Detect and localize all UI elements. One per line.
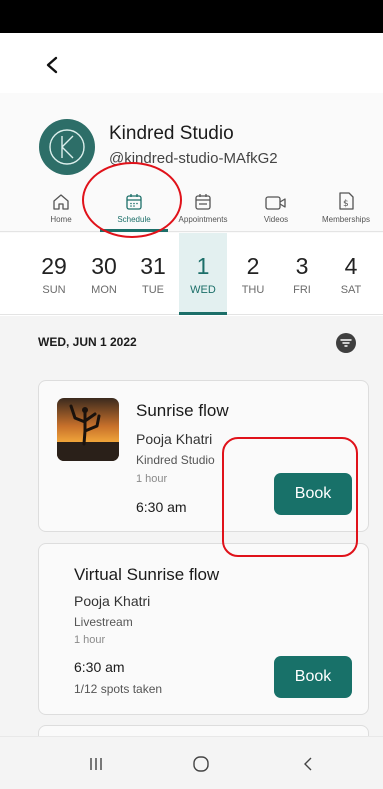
studio-logo-mark <box>49 129 85 165</box>
tab-memberships-label: Memberships <box>321 215 370 224</box>
status-bar <box>0 0 383 33</box>
class-location: Livestream <box>74 615 133 629</box>
tab-schedule[interactable]: Schedule <box>106 187 162 232</box>
tab-appointments-label: Appointments <box>178 215 228 224</box>
tab-bar: Home Schedule Appointments Videos $ Memb… <box>0 187 383 232</box>
class-teacher: Pooja Khatri <box>136 431 213 447</box>
class-card-sunrise-flow[interactable]: Sunrise flow Pooja Khatri Kindred Studio… <box>38 380 369 532</box>
tab-videos-label: Videos <box>263 215 289 224</box>
date-cell-2[interactable]: 2 THU <box>229 233 277 315</box>
home-icon <box>52 187 70 211</box>
home-circle-icon <box>193 756 209 772</box>
studio-name: Kindred Studio <box>109 123 234 144</box>
class-duration: 1 hour <box>136 473 168 485</box>
home-nav-button[interactable] <box>186 749 216 779</box>
date-number: 30 <box>91 253 117 279</box>
class-time: 6:30 am <box>136 499 187 515</box>
book-button[interactable]: Book <box>274 473 352 515</box>
tab-schedule-label: Schedule <box>117 215 151 224</box>
chevron-left-icon <box>46 56 58 74</box>
date-cell-30[interactable]: 30 MON <box>80 233 128 315</box>
back-button[interactable] <box>38 51 66 79</box>
date-cell-29[interactable]: 29 SUN <box>30 233 78 315</box>
recent-apps-button[interactable] <box>81 749 111 779</box>
date-cell-4[interactable]: 4 SAT <box>327 233 375 315</box>
top-bar <box>0 33 383 93</box>
date-weekday: TUE <box>142 284 164 296</box>
selected-date-heading: WED, JUN 1 2022 <box>38 335 137 349</box>
tab-memberships[interactable]: $ Memberships <box>318 187 374 232</box>
date-weekday: FRI <box>293 284 311 296</box>
date-number: 3 <box>295 253 309 279</box>
calendar-icon <box>125 187 143 211</box>
book-button[interactable]: Book <box>274 656 352 698</box>
class-card-virtual-sunrise-flow[interactable]: Virtual Sunrise flow Pooja Khatri Livest… <box>38 543 369 715</box>
tab-home-label: Home <box>50 215 72 224</box>
back-nav-icon <box>304 757 312 771</box>
class-title: Sunrise flow <box>136 401 229 420</box>
class-title: Virtual Sunrise flow <box>74 565 220 584</box>
date-cell-1-selected[interactable]: 1 WED <box>179 233 227 315</box>
filter-button[interactable] <box>336 333 356 353</box>
filter-icon <box>340 339 352 347</box>
class-thumbnail <box>57 398 119 461</box>
studio-logo <box>39 119 95 175</box>
date-cell-3[interactable]: 3 FRI <box>278 233 326 315</box>
system-nav-bar <box>0 736 383 789</box>
membership-icon: $ <box>337 187 355 211</box>
date-number: 31 <box>140 253 166 279</box>
class-time: 6:30 am <box>74 659 125 675</box>
date-weekday: MON <box>91 284 117 296</box>
tab-videos[interactable]: Videos <box>256 187 296 232</box>
recent-apps-icon <box>90 758 102 770</box>
svg-text:$: $ <box>343 199 349 209</box>
tab-appointments[interactable]: Appointments <box>172 187 234 232</box>
date-heading-row: WED, JUN 1 2022 <box>0 316 383 366</box>
date-strip: 29 SUN 30 MON 31 TUE 1 WED 2 THU 3 FRI 4… <box>0 233 383 315</box>
date-weekday: WED <box>190 284 216 296</box>
date-number: 4 <box>344 253 358 279</box>
date-weekday: SAT <box>340 284 362 296</box>
calendar-check-icon <box>194 187 212 211</box>
tab-home[interactable]: Home <box>42 187 80 232</box>
class-location: Kindred Studio <box>136 453 215 467</box>
back-nav-button[interactable] <box>293 749 323 779</box>
class-duration: 1 hour <box>74 634 106 646</box>
date-cell-31[interactable]: 31 TUE <box>129 233 177 315</box>
class-teacher: Pooja Khatri <box>74 593 151 609</box>
studio-handle: @kindred-studio-MAfkG2 <box>109 150 278 167</box>
class-spots-taken: 1/12 spots taken <box>74 682 163 696</box>
date-number: 29 <box>41 253 67 279</box>
date-weekday: SUN <box>42 284 66 296</box>
date-weekday: THU <box>241 284 265 296</box>
active-tab-indicator <box>100 229 168 232</box>
date-number: 2 <box>246 253 260 279</box>
video-icon <box>265 187 287 211</box>
date-number: 1 <box>196 253 210 279</box>
